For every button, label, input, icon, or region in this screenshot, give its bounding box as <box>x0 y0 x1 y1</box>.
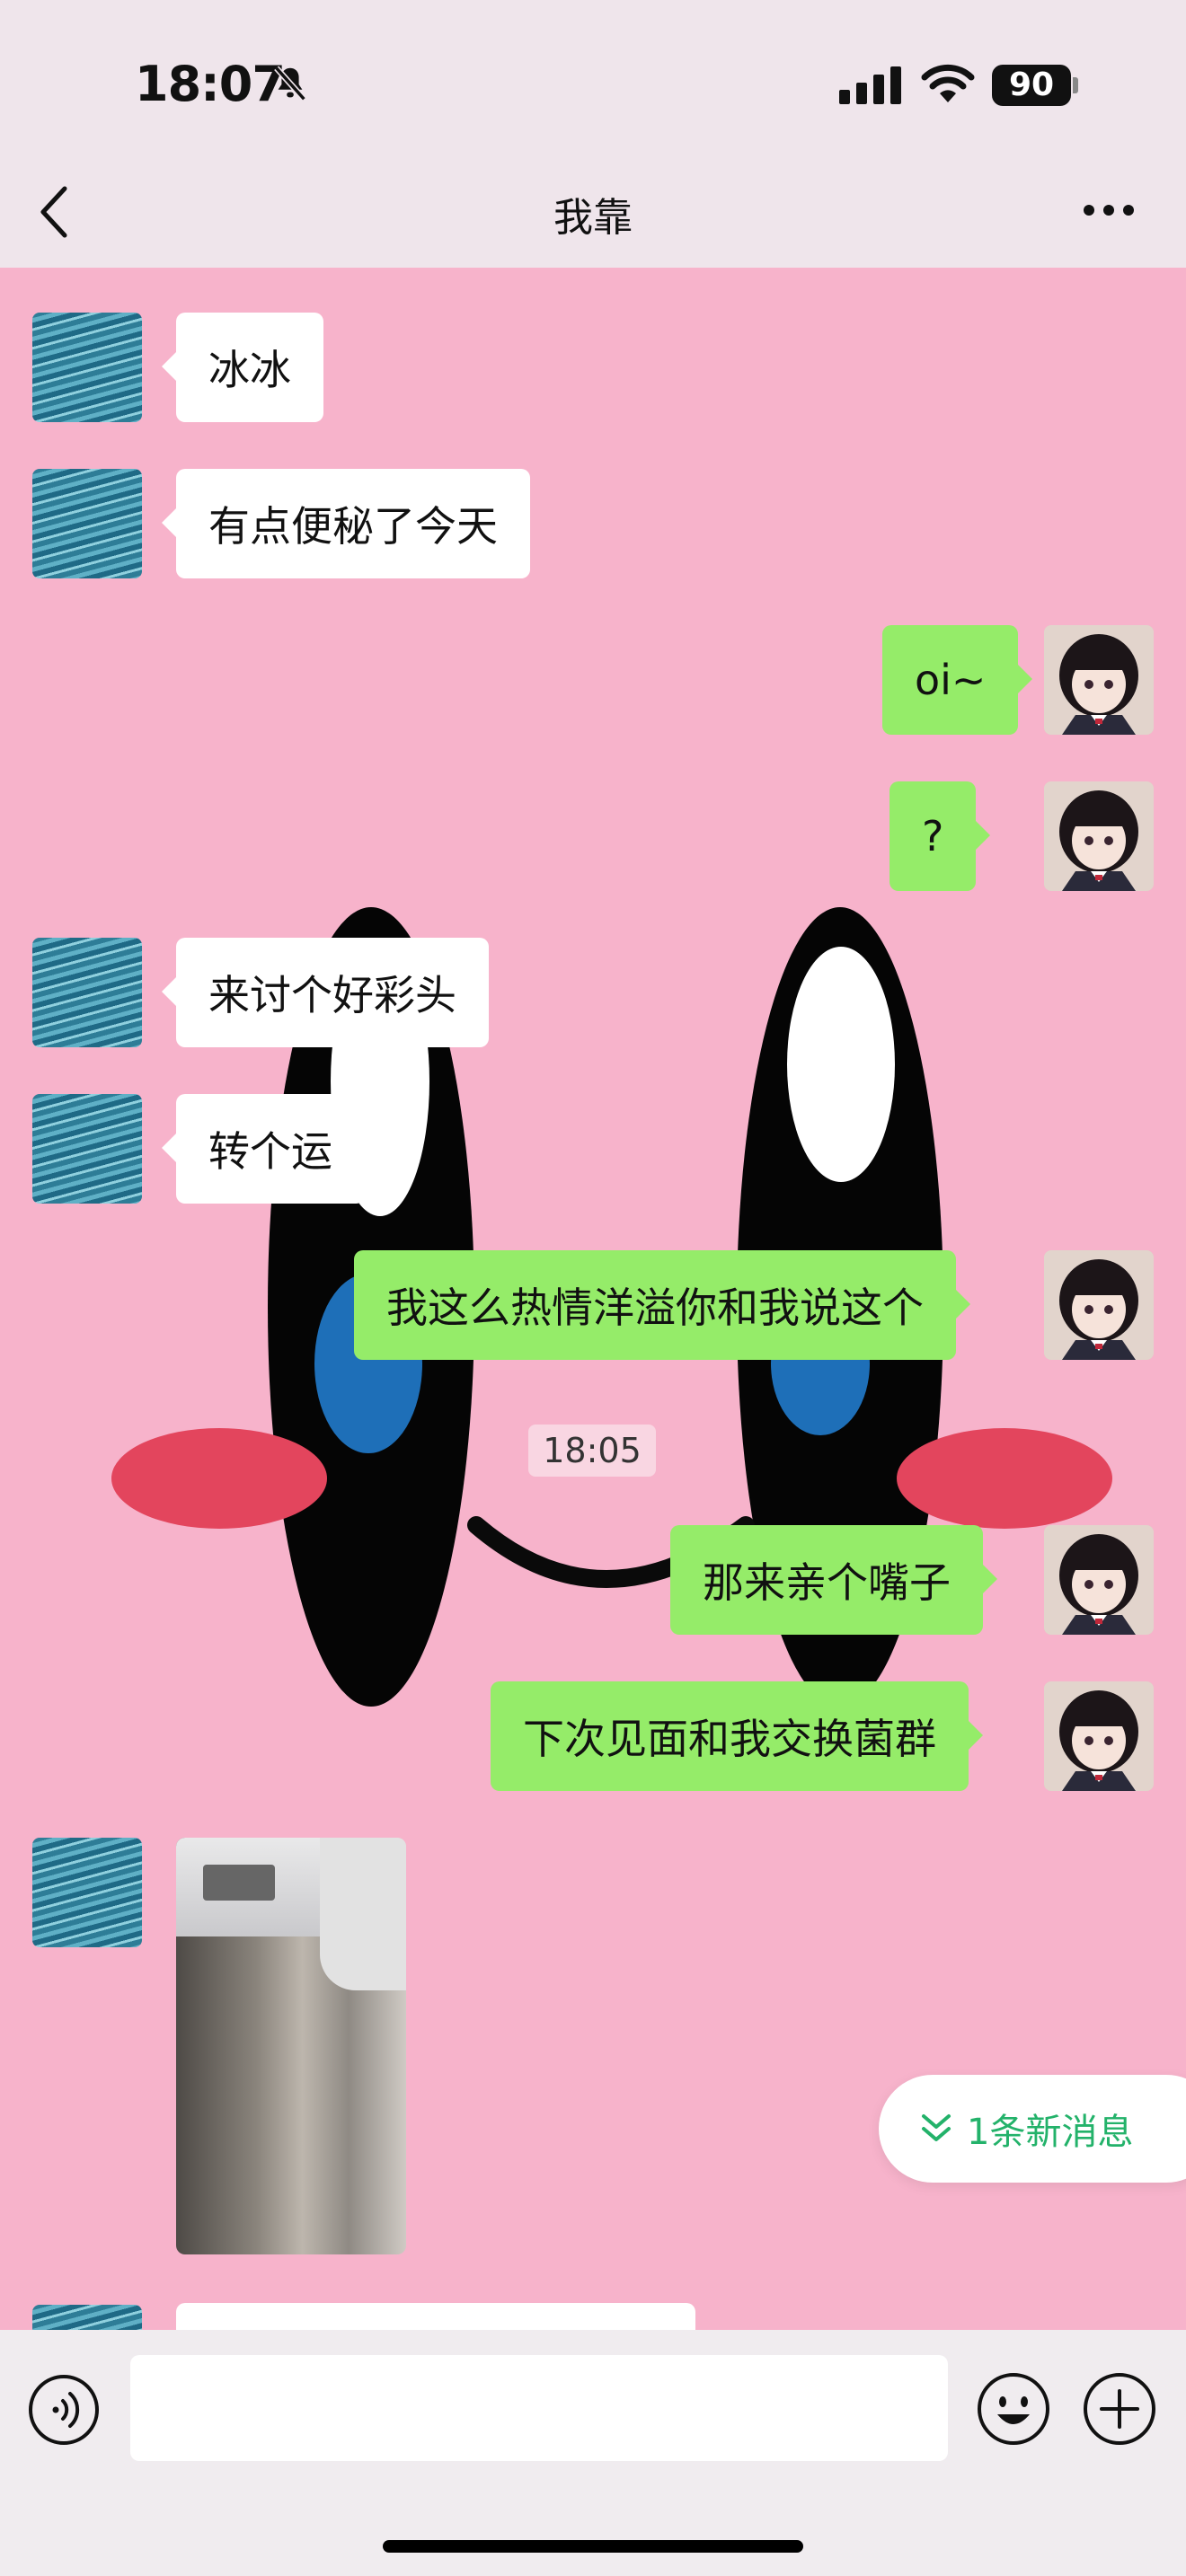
contact-avatar[interactable] <box>32 313 142 422</box>
my-avatar[interactable] <box>1044 781 1154 891</box>
contact-avatar[interactable] <box>32 1094 142 1204</box>
chat-timestamp: 18:05 <box>528 1425 656 1477</box>
anime-girl-avatar-icon <box>1044 1525 1154 1635</box>
bell-slash-icon <box>274 66 306 101</box>
message-text: 我这么热情洋溢你和我说这个 <box>386 1284 924 1332</box>
message-bubble-incoming[interactable]: 冰冰 <box>162 313 323 422</box>
contact-avatar[interactable] <box>32 1838 142 1947</box>
message-input[interactable] <box>130 2355 948 2461</box>
signal-icon <box>839 66 901 104</box>
wallpaper-left-blush <box>111 1428 327 1529</box>
battery-icon: 90 <box>992 65 1071 106</box>
my-avatar[interactable] <box>1044 1681 1154 1791</box>
message-bubble-outgoing[interactable]: ? <box>890 781 991 891</box>
message-bubble-outgoing[interactable]: 下次见面和我交换菌群 <box>491 1681 983 1791</box>
contact-avatar[interactable] <box>32 2305 142 2330</box>
message-bubble-incoming[interactable] <box>176 2303 695 2330</box>
message-text: 有点便秘了今天 <box>208 502 498 551</box>
plus-circle-icon[interactable] <box>1082 2371 1157 2447</box>
voice-icon[interactable] <box>27 2373 101 2447</box>
anime-girl-avatar-icon <box>1044 1250 1154 1360</box>
new-message-pill[interactable]: 1条新消息 <box>879 2075 1186 2183</box>
message-text: oi~ <box>915 656 987 704</box>
emoji-icon[interactable] <box>976 2371 1051 2447</box>
message-text: 下次见面和我交换菌群 <box>523 1715 936 1763</box>
anime-girl-avatar-icon <box>1044 1681 1154 1791</box>
anime-girl-avatar-icon <box>1044 625 1154 735</box>
message-bubble-outgoing[interactable]: 那来亲个嘴子 <box>670 1525 997 1635</box>
wallpaper-right-blush <box>897 1428 1112 1529</box>
message-bubble-incoming[interactable]: 来讨个好彩头 <box>162 938 489 1047</box>
double-chevron-down-icon <box>922 2114 951 2141</box>
home-indicator[interactable] <box>383 2540 803 2553</box>
contact-avatar[interactable] <box>32 469 142 578</box>
image-message[interactable] <box>176 1838 406 2254</box>
battery-tip <box>1073 77 1078 93</box>
contact-avatar[interactable] <box>32 938 142 1047</box>
my-avatar[interactable] <box>1044 1525 1154 1635</box>
image-content <box>320 1838 406 1990</box>
more-icon[interactable] <box>1082 201 1136 219</box>
anime-girl-avatar-icon <box>1044 781 1154 891</box>
new-message-label: 1条新消息 <box>967 2112 1134 2153</box>
wallpaper-right-eye-highlight <box>787 947 895 1182</box>
battery-level: 90 <box>1008 66 1055 103</box>
message-text: 那来亲个嘴子 <box>703 1558 951 1607</box>
message-bubble-incoming[interactable]: 转个运 <box>162 1094 365 1204</box>
message-text: 来讨个好彩头 <box>208 971 456 1019</box>
my-avatar[interactable] <box>1044 1250 1154 1360</box>
chat-title: 我靠 <box>553 195 633 241</box>
message-text: 冰冰 <box>208 346 291 394</box>
my-avatar[interactable] <box>1044 625 1154 735</box>
message-bubble-outgoing[interactable]: 我这么热情洋溢你和我说这个 <box>354 1250 970 1360</box>
wifi-icon <box>921 64 975 102</box>
message-bubble-outgoing[interactable]: oi~ <box>882 625 1033 735</box>
message-bubble-incoming[interactable]: 有点便秘了今天 <box>162 469 530 578</box>
message-text: 转个运 <box>208 1127 332 1176</box>
status-time: 18:07 <box>135 56 286 112</box>
message-text: ? <box>922 812 944 860</box>
image-content <box>203 1865 275 1901</box>
